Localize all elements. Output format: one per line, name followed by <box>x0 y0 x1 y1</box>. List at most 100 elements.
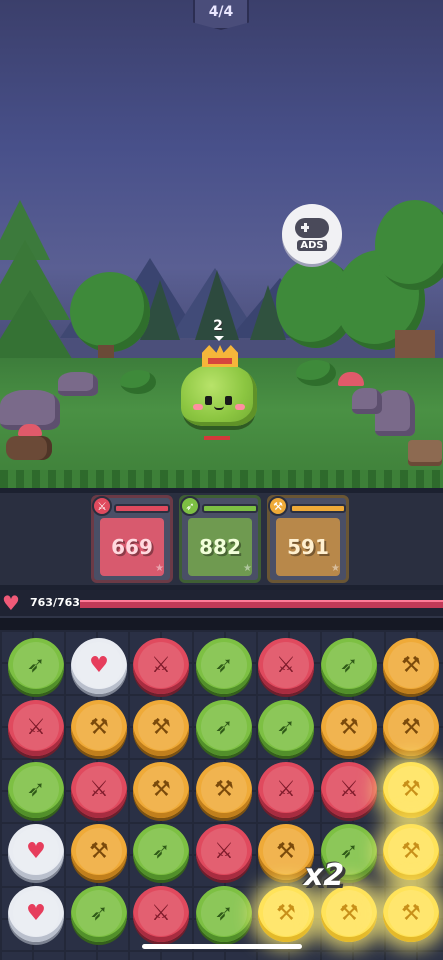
spear-icon: ➶ <box>180 496 200 516</box>
rock <box>58 372 98 396</box>
sword-icon: ⚔ <box>89 777 109 802</box>
board-tile-spear[interactable]: ➶ <box>71 886 127 942</box>
axe-icon: ⚒ <box>339 715 359 740</box>
axe-icon: ⚒ <box>151 715 171 740</box>
board-tile-axe-highlighted[interactable]: ⚒ <box>383 886 439 942</box>
sword-icon: ⚔ <box>26 715 46 740</box>
spear-icon: ➶ <box>339 653 359 678</box>
axe-attack-card[interactable]: ⚒ 591 ★ <box>267 495 349 583</box>
bush <box>296 360 336 386</box>
axe-icon: ⚒ <box>401 839 421 864</box>
sword-attack-value: 669 <box>111 535 153 559</box>
board-tile-axe-highlighted[interactable]: ⚒ <box>383 762 439 818</box>
spear-icon: ➶ <box>26 653 46 678</box>
tree-canopy <box>70 272 150 352</box>
axe-icon: ⚒ <box>276 839 296 864</box>
board-tile-heart[interactable]: ♥ <box>8 886 64 942</box>
board-tile-axe[interactable]: ⚒ <box>383 638 439 694</box>
board-tile-spear[interactable]: ➶ <box>321 638 377 694</box>
spear-charge-bar <box>202 504 258 513</box>
spear-icon: ➶ <box>151 839 171 864</box>
heart-icon: ♥ <box>26 901 46 926</box>
monster-mouth <box>214 406 224 410</box>
board-tile-axe[interactable]: ⚒ <box>383 700 439 756</box>
monster-level: 2 <box>213 318 223 334</box>
axe-icon: ⚒ <box>151 777 171 802</box>
monster-hp-bar <box>204 436 230 440</box>
combo-multiplier: x2 <box>304 858 345 893</box>
star-icon: ★ <box>155 563 164 574</box>
board-tile-axe[interactable]: ⚒ <box>196 762 252 818</box>
monster-eye <box>205 396 212 405</box>
heart-icon: ♥ <box>89 653 109 678</box>
grass-edge <box>0 470 443 488</box>
axe-icon: ⚒ <box>401 715 421 740</box>
board-tile-sword[interactable]: ⚔ <box>133 886 189 942</box>
player-hp-bar <box>80 600 443 608</box>
board-tile-sword[interactable]: ⚔ <box>196 824 252 880</box>
spear-icon: ➶ <box>214 901 234 926</box>
spear-icon: ➶ <box>214 715 234 740</box>
board-tile-axe[interactable]: ⚒ <box>321 700 377 756</box>
axe-icon: ⚒ <box>276 901 296 926</box>
board-tile-axe-highlighted[interactable]: ⚒ <box>383 824 439 880</box>
bush <box>120 370 156 394</box>
rock <box>352 388 382 414</box>
star-icon: ★ <box>243 563 252 574</box>
board-tile-spear[interactable]: ➶ <box>133 824 189 880</box>
board-tile-axe[interactable]: ⚒ <box>71 700 127 756</box>
board-tile-sword[interactable]: ⚔ <box>8 700 64 756</box>
spear-attack-value: 882 <box>199 535 241 559</box>
home-indicator[interactable] <box>142 944 302 949</box>
ads-label: ADS <box>297 239 327 251</box>
heart-icon: ♥ <box>26 839 46 864</box>
board-tile-axe[interactable]: ⚒ <box>133 762 189 818</box>
board-tile-spear[interactable]: ➶ <box>196 886 252 942</box>
axe-icon: ⚒ <box>214 777 234 802</box>
monster-cheek <box>193 404 203 410</box>
log <box>6 436 52 460</box>
sword-icon: ⚔ <box>151 901 171 926</box>
axe-icon: ⚒ <box>268 496 288 516</box>
board-tile-sword[interactable]: ⚔ <box>258 762 314 818</box>
board-tile-sword[interactable]: ⚔ <box>71 762 127 818</box>
heart-icon: ♥ <box>2 591 20 615</box>
board-tile-spear[interactable]: ➶ <box>196 638 252 694</box>
board-tile-heart[interactable]: ♥ <box>71 638 127 694</box>
board-tile-axe[interactable]: ⚒ <box>133 700 189 756</box>
board-tile-sword[interactable]: ⚔ <box>321 762 377 818</box>
board-tile-sword[interactable]: ⚔ <box>133 638 189 694</box>
spear-icon: ➶ <box>214 653 234 678</box>
monster-eye <box>225 396 232 405</box>
axe-icon: ⚒ <box>89 715 109 740</box>
monster-cheek <box>235 404 245 410</box>
spear-icon: ➶ <box>26 777 46 802</box>
sword-charge-bar <box>114 504 170 513</box>
board-tile-spear[interactable]: ➶ <box>8 638 64 694</box>
axe-attack-value: 591 <box>287 535 329 559</box>
board-tile-spear[interactable]: ➶ <box>258 700 314 756</box>
sword-icon: ⚔ <box>151 653 171 678</box>
board-tile-heart[interactable]: ♥ <box>8 824 64 880</box>
match-board[interactable]: ➶ ♥ ⚔ ➶ ⚔ ➶ ⚒ ⚔ ⚒ ⚒ ➶ ➶ ⚒ ⚒ ➶ ⚔ ⚒ ⚒ ⚔ ⚔ ⚒ ♥ ⚒ ➶ ⚔ ⚒ ➶ ⚒ ♥ ➶ ⚔ ➶ ⚒ ⚒ ⚒ <box>0 630 443 960</box>
level-pointer-icon <box>214 336 224 341</box>
gamepad-icon <box>295 217 329 238</box>
spear-attack-card[interactable]: ➶ 882 ★ <box>179 495 261 583</box>
board-tile-axe-highlighted[interactable]: ⚒ <box>258 886 314 942</box>
sword-attack-card[interactable]: ⚔ 669 ★ <box>91 495 173 583</box>
spear-icon: ➶ <box>276 715 296 740</box>
sword-icon: ⚔ <box>214 839 234 864</box>
tree-stump <box>408 440 442 466</box>
watch-ads-button[interactable]: ADS <box>282 204 342 264</box>
board-tile-sword[interactable]: ⚔ <box>258 638 314 694</box>
board-tile-spear[interactable]: ➶ <box>196 700 252 756</box>
spear-icon: ➶ <box>89 901 109 926</box>
slime-monster[interactable] <box>181 364 257 426</box>
player-hp-row: ♥ 763/763 <box>0 590 443 616</box>
board-tile-axe-highlighted[interactable]: ⚒ <box>321 886 377 942</box>
board-tile-axe[interactable]: ⚒ <box>71 824 127 880</box>
axe-icon: ⚒ <box>89 839 109 864</box>
axe-icon: ⚒ <box>339 901 359 926</box>
board-tile-spear[interactable]: ➶ <box>8 762 64 818</box>
axe-charge-bar <box>290 504 346 513</box>
